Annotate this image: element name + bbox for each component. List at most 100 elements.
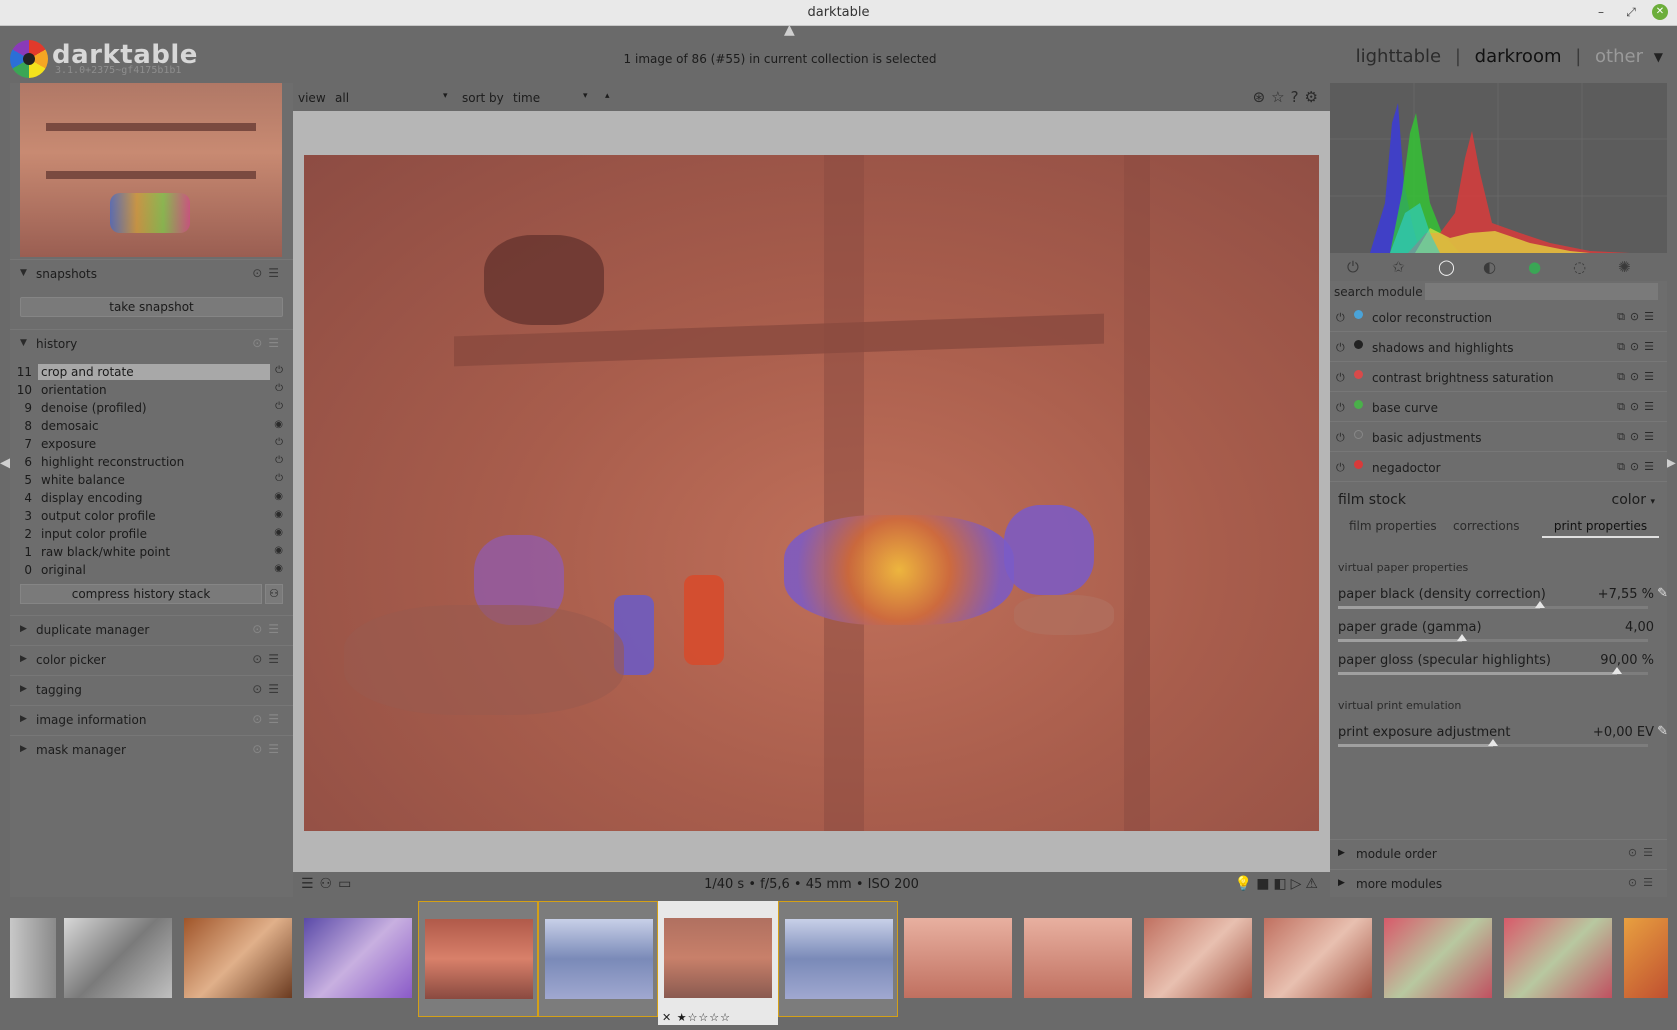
take-snapshot-button[interactable]: take snapshot bbox=[20, 297, 283, 317]
filmstrip-thumb[interactable] bbox=[1018, 901, 1138, 1017]
module-contrast-brightness-saturation[interactable]: ⏻ contrast brightness saturation ⧉⊙☰ bbox=[1330, 364, 1667, 392]
section-color-picker[interactable]: ▶ color picker ⊙☰ bbox=[10, 645, 293, 673]
filmstrip-thumb[interactable] bbox=[298, 901, 418, 1017]
correct-icon[interactable]: ◌ bbox=[1573, 258, 1586, 276]
slider-knob[interactable] bbox=[1612, 667, 1622, 674]
chevron-down-icon[interactable]: ▼ bbox=[1654, 50, 1663, 64]
section-more-modules[interactable]: ▶ more modules ⊙☰ bbox=[1330, 869, 1667, 897]
topbar-icons[interactable]: ⊛☆?⚙ bbox=[1253, 88, 1324, 106]
module-color-reconstruction[interactable]: ⏻ color reconstruction ⧉⊙☰ bbox=[1330, 304, 1667, 332]
chevron-down-icon[interactable]: ▾ bbox=[443, 91, 448, 101]
history-item[interactable]: 4 display encoding ◉ bbox=[10, 489, 293, 507]
module-actions[interactable]: ⧉⊙☰ bbox=[1617, 370, 1659, 384]
picker-icon[interactable]: ✎ bbox=[1657, 724, 1668, 739]
module-shadows-highlights[interactable]: ⏻ shadows and highlights ⧉⊙☰ bbox=[1330, 334, 1667, 362]
view-lighttable[interactable]: lighttable bbox=[1356, 46, 1441, 67]
search-input[interactable] bbox=[1425, 283, 1658, 300]
module-icons[interactable]: ⊙☰ bbox=[252, 336, 285, 350]
module-actions[interactable]: ⧉⊙☰ bbox=[1617, 430, 1659, 444]
module-base-curve[interactable]: ⏻ base curve ⧉⊙☰ bbox=[1330, 394, 1667, 422]
filmstrip-thumb[interactable] bbox=[1498, 901, 1618, 1017]
main-image[interactable] bbox=[304, 155, 1319, 831]
power-icon[interactable]: ⏻ bbox=[1336, 371, 1345, 385]
module-negadoctor[interactable]: ⏻ negadoctor ⧉⊙☰ bbox=[1330, 454, 1667, 482]
module-icons[interactable]: ⊙☰ bbox=[252, 652, 285, 666]
history-item[interactable]: 0 original ◉ bbox=[10, 561, 293, 579]
slider-paper-black[interactable]: paper black (density correction) +7,55 %… bbox=[1338, 586, 1668, 617]
maximize-icon[interactable]: ⤢ bbox=[1623, 4, 1639, 20]
power-icon[interactable]: ⏻ bbox=[1347, 258, 1359, 276]
history-header[interactable]: ▼ history ⊙☰ bbox=[10, 329, 293, 357]
tab-corrections[interactable]: corrections bbox=[1453, 519, 1520, 533]
power-icon[interactable]: ⏻ bbox=[1336, 431, 1345, 445]
history-item[interactable]: 7 exposure ⏻ bbox=[10, 435, 293, 453]
style-icon[interactable]: ⚇ bbox=[265, 584, 283, 604]
tab-print-properties[interactable]: print properties bbox=[1542, 519, 1659, 538]
effect-icon[interactable]: ✺ bbox=[1618, 258, 1631, 276]
film-stock-combobox[interactable]: film stock color ▾ bbox=[1330, 487, 1667, 511]
filmstrip-thumb-current[interactable]: ✕ ★☆☆☆☆ bbox=[658, 901, 778, 1025]
history-item[interactable]: 9 denoise (profiled) ⏻ bbox=[10, 399, 293, 417]
history-item[interactable]: 1 raw black/white point ◉ bbox=[10, 543, 293, 561]
section-duplicate-manager[interactable]: ▶ duplicate manager ⊙☰ bbox=[10, 615, 293, 643]
history-item[interactable]: 10 orientation ⏻ bbox=[10, 381, 293, 399]
view-dropdown[interactable]: all bbox=[335, 91, 349, 105]
chevron-down-icon[interactable]: ▾ bbox=[583, 91, 588, 101]
picker-icon[interactable]: ✎ bbox=[1657, 586, 1668, 601]
filmstrip-thumb[interactable] bbox=[538, 901, 658, 1017]
slider-paper-grade[interactable]: paper grade (gamma) 4,00 bbox=[1338, 620, 1654, 650]
filmstrip-thumb[interactable] bbox=[10, 901, 56, 1017]
filmstrip-thumb[interactable] bbox=[418, 901, 538, 1017]
sort-dropdown[interactable]: time bbox=[513, 91, 540, 105]
history-item[interactable]: 3 output color profile ◉ bbox=[10, 507, 293, 525]
filmstrip-thumb[interactable] bbox=[898, 901, 1018, 1017]
tab-film-properties[interactable]: film properties bbox=[1349, 519, 1437, 533]
history-item[interactable]: 5 white balance ⏻ bbox=[10, 471, 293, 489]
slider-paper-gloss[interactable]: paper gloss (specular highlights) 90,00 … bbox=[1338, 653, 1654, 683]
circle-icon[interactable]: ◯ bbox=[1438, 258, 1455, 276]
view-darkroom[interactable]: darkroom bbox=[1475, 46, 1562, 67]
module-icons[interactable]: ⊙☰ bbox=[252, 266, 285, 280]
section-image-information[interactable]: ▶ image information ⊙☰ bbox=[10, 705, 293, 733]
power-icon[interactable]: ⏻ bbox=[1336, 311, 1345, 325]
history-item[interactable]: 11 crop and rotate ⏻ bbox=[10, 363, 293, 381]
module-icons[interactable]: ⊙☰ bbox=[252, 682, 285, 696]
collapse-top-icon[interactable]: ▲ bbox=[784, 22, 795, 38]
module-actions[interactable]: ⧉⊙☰ bbox=[1617, 310, 1659, 324]
favorites-icon[interactable]: ✩ bbox=[1392, 258, 1405, 276]
module-actions[interactable]: ⧉⊙☰ bbox=[1617, 460, 1659, 474]
slider-print-exposure[interactable]: print exposure adjustment +0,00 EV ✎ bbox=[1338, 724, 1668, 755]
histogram[interactable] bbox=[1330, 83, 1667, 253]
section-tagging[interactable]: ▶ tagging ⊙☰ bbox=[10, 675, 293, 703]
bottom-right-icons[interactable]: 💡■◧▷⚠ bbox=[1235, 876, 1322, 892]
rating-stars[interactable]: ✕ ★☆☆☆☆ bbox=[662, 1011, 731, 1024]
filmstrip-thumb[interactable] bbox=[778, 901, 898, 1017]
power-icon[interactable]: ⏻ bbox=[1336, 401, 1345, 415]
module-icons[interactable]: ⊙☰ bbox=[1628, 876, 1659, 889]
filmstrip-thumb[interactable] bbox=[1618, 901, 1668, 1017]
history-item[interactable]: 2 input color profile ◉ bbox=[10, 525, 293, 543]
module-actions[interactable]: ⧉⊙☰ bbox=[1617, 400, 1659, 414]
filmstrip-thumb[interactable] bbox=[178, 901, 298, 1017]
close-icon[interactable]: ✕ bbox=[1652, 4, 1668, 20]
module-icons[interactable]: ⊙☰ bbox=[252, 622, 285, 636]
filmstrip-thumb[interactable] bbox=[1138, 901, 1258, 1017]
power-icon[interactable]: ⏻ bbox=[1336, 461, 1345, 475]
snapshots-header[interactable]: ▼ snapshots ⊙☰ bbox=[10, 259, 293, 287]
section-mask-manager[interactable]: ▶ mask manager ⊙☰ bbox=[10, 735, 293, 763]
history-item[interactable]: 8 demosaic ◉ bbox=[10, 417, 293, 435]
module-basic-adjustments[interactable]: ⏻ basic adjustments ⧉⊙☰ bbox=[1330, 424, 1667, 452]
slider-knob[interactable] bbox=[1457, 634, 1467, 641]
minimize-icon[interactable]: – bbox=[1593, 4, 1609, 20]
history-item[interactable]: 6 highlight reconstruction ⏻ bbox=[10, 453, 293, 471]
module-icons[interactable]: ⊙☰ bbox=[252, 742, 285, 756]
color-icon[interactable]: ● bbox=[1528, 258, 1541, 276]
slider-knob[interactable] bbox=[1534, 601, 1545, 608]
tone-icon[interactable]: ◐ bbox=[1483, 258, 1496, 276]
module-actions[interactable]: ⧉⊙☰ bbox=[1617, 340, 1659, 354]
navigation-preview[interactable] bbox=[20, 83, 282, 257]
filmstrip-thumb[interactable] bbox=[1378, 901, 1498, 1017]
module-icons[interactable]: ⊙☰ bbox=[1628, 846, 1659, 859]
sort-order-icon[interactable]: ▴ bbox=[605, 91, 610, 101]
power-icon[interactable]: ⏻ bbox=[1336, 341, 1345, 355]
